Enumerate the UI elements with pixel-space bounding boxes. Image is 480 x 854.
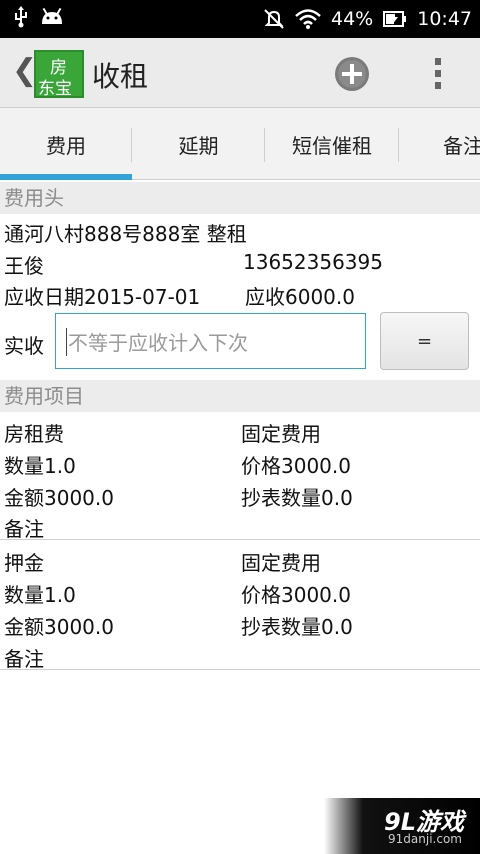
page-title: 收租 bbox=[92, 60, 149, 93]
fee-item-name: 房租费 bbox=[4, 422, 64, 446]
status-bar: 44% 10:47 bbox=[0, 0, 480, 38]
battery-charging-icon bbox=[383, 10, 407, 28]
tab-fees[interactable]: 费用 bbox=[0, 108, 132, 180]
tab-bar: 费用 延期 短信催租 备注 bbox=[0, 108, 480, 180]
tenant-name: 王俊 bbox=[4, 254, 44, 278]
fee-item-quantity: 数量1.0 bbox=[4, 454, 76, 478]
tab-selected-indicator bbox=[0, 174, 132, 180]
equals-button[interactable]: = bbox=[380, 312, 469, 370]
usb-icon bbox=[14, 6, 28, 28]
fee-item-type: 固定费用 bbox=[241, 551, 321, 575]
fee-item-price: 价格3000.0 bbox=[241, 583, 351, 607]
action-bar: ❮ 房 东宝 收租 bbox=[0, 38, 480, 108]
tab-extension[interactable]: 延期 bbox=[132, 108, 265, 180]
fee-item-amount: 金额3000.0 bbox=[4, 486, 114, 510]
fee-header-section-title: 费用头 bbox=[0, 182, 480, 214]
clock: 10:47 bbox=[417, 8, 472, 30]
fee-items-section-title: 费用项目 bbox=[0, 380, 480, 412]
due-date: 应收日期2015-07-01 bbox=[4, 285, 201, 309]
tab-label: 备注 bbox=[443, 133, 480, 158]
tab-label: 费用 bbox=[46, 133, 86, 158]
property-address: 通河八村888号888室 整租 bbox=[4, 222, 247, 246]
fee-item-name: 押金 bbox=[4, 551, 44, 575]
due-amount: 应收6000.0 bbox=[245, 285, 355, 309]
fee-item-quantity: 数量1.0 bbox=[4, 583, 76, 607]
android-icon bbox=[40, 8, 64, 26]
fee-item-meter-quantity: 抄表数量0.0 bbox=[241, 615, 353, 639]
fee-item-note: 备注 bbox=[4, 647, 44, 671]
logo-text-line2: 东宝 bbox=[38, 79, 72, 99]
row-divider bbox=[0, 669, 480, 670]
received-amount-input[interactable]: 不等于应收计入下次 bbox=[55, 313, 366, 369]
tab-label: 延期 bbox=[178, 133, 219, 158]
fee-item-note: 备注 bbox=[4, 517, 44, 541]
wifi-icon bbox=[295, 8, 321, 30]
received-input-placeholder: 不等于应收计入下次 bbox=[68, 331, 248, 355]
tab-sms-reminder[interactable]: 短信催租 bbox=[265, 108, 399, 180]
add-icon[interactable] bbox=[334, 56, 370, 92]
row-divider bbox=[0, 539, 480, 540]
fee-item-meter-quantity: 抄表数量0.0 bbox=[241, 486, 353, 510]
tenant-phone[interactable]: 13652356395 bbox=[243, 250, 383, 274]
fee-item-price: 价格3000.0 bbox=[241, 454, 351, 478]
fee-item-type: 固定费用 bbox=[241, 422, 321, 446]
tab-notes[interactable]: 备注 bbox=[399, 108, 480, 180]
tab-label: 短信催租 bbox=[292, 133, 372, 158]
text-caret bbox=[66, 328, 67, 356]
watermark-site: 91danji.com bbox=[388, 832, 462, 846]
mute-icon bbox=[263, 8, 285, 30]
fee-item-amount: 金额3000.0 bbox=[4, 615, 114, 639]
overflow-menu-icon[interactable] bbox=[428, 56, 448, 92]
watermark: 9L游戏 91danji.com bbox=[324, 798, 480, 854]
battery-percent: 44% bbox=[331, 8, 374, 30]
received-label: 实收 bbox=[4, 334, 44, 358]
app-logo[interactable]: 房 东宝 bbox=[34, 50, 84, 99]
